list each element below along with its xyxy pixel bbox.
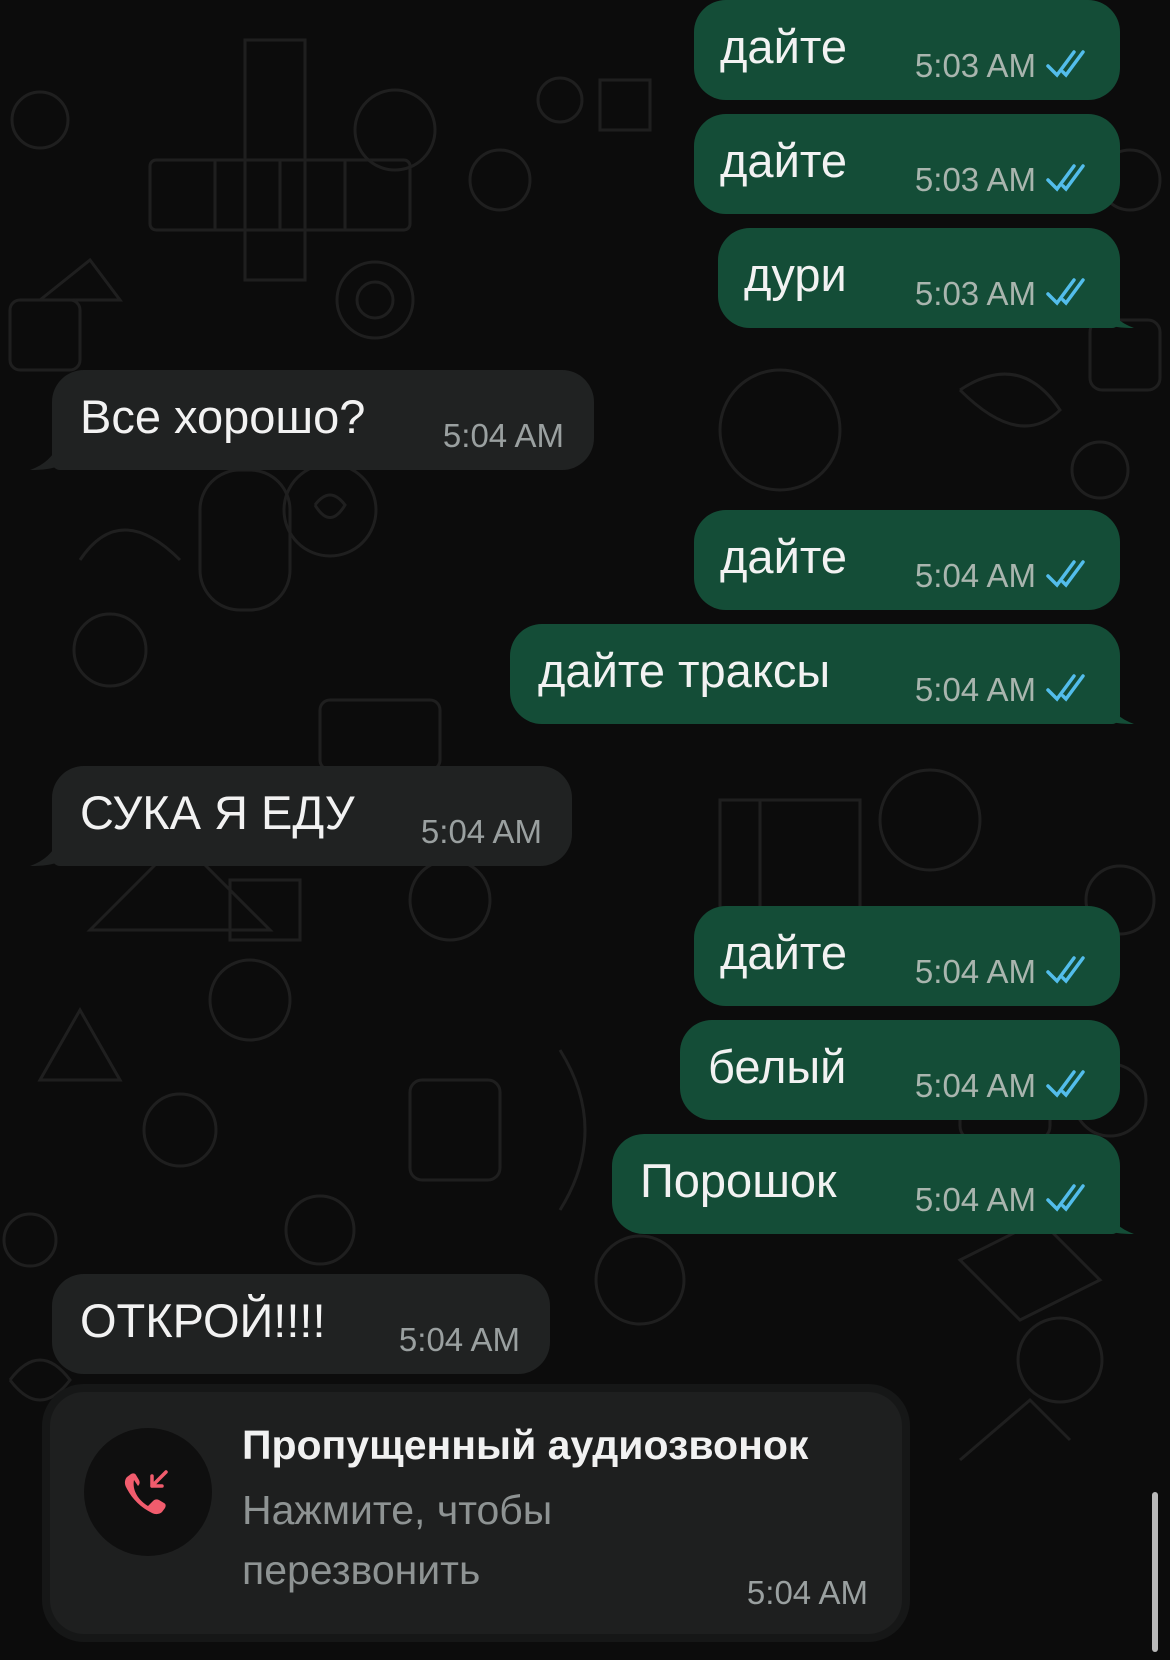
message-text: ОТКРОЙ!!!! <box>80 1294 326 1347</box>
incoming-message[interactable]: Все хорошо? 5:04 AM <box>52 370 594 470</box>
message-time: 5:04 AM <box>914 953 1036 990</box>
scrollbar[interactable] <box>1152 1492 1158 1652</box>
bubble-tail <box>1106 1208 1134 1234</box>
read-receipt-icon <box>1046 278 1085 306</box>
read-receipt-icon <box>1046 560 1085 588</box>
incoming-message[interactable]: ОТКРОЙ!!!! 5:04 AM <box>52 1274 550 1374</box>
message-text: дури <box>744 248 847 301</box>
missed-call-subtitle: Нажмите, чтобы перезвонить <box>242 1487 553 1593</box>
missed-call-icon-circle <box>84 1428 212 1556</box>
missed-call-time: 5:04 AM <box>746 1574 868 1611</box>
outgoing-message[interactable]: дайте 5:04 AM <box>694 510 1120 610</box>
message-text: дайте <box>720 530 847 583</box>
read-receipt-icon <box>1046 164 1085 192</box>
bubble-tail <box>1106 302 1134 328</box>
message-text: СУКА Я ЕДУ <box>80 786 355 839</box>
message-text: дайте <box>720 134 847 187</box>
message-text: белый <box>708 1040 847 1093</box>
outgoing-message[interactable]: дайте траксы 5:04 AM <box>510 624 1120 724</box>
bubble-tail <box>30 840 58 866</box>
read-receipt-icon <box>1046 1184 1085 1212</box>
message-text: дайте <box>720 926 847 979</box>
message-text: Порошок <box>640 1154 837 1207</box>
outgoing-message[interactable]: Порошок 5:04 AM <box>612 1134 1120 1234</box>
missed-call-icon <box>124 1470 168 1515</box>
message-time: 5:03 AM <box>914 275 1036 312</box>
read-receipt-icon <box>1046 50 1085 78</box>
outgoing-message[interactable]: дури 5:03 AM <box>718 228 1120 328</box>
outgoing-message[interactable]: дайте 5:03 AM <box>694 0 1120 100</box>
read-receipt-icon <box>1046 674 1085 702</box>
message-time: 5:04 AM <box>420 813 542 850</box>
missed-call-card[interactable]: Пропущенный аудиозвонок Нажмите, чтобы п… <box>50 1392 902 1634</box>
outgoing-message[interactable]: дайте 5:04 AM <box>694 906 1120 1006</box>
message-time: 5:04 AM <box>914 557 1036 594</box>
outgoing-message[interactable]: дайте 5:03 AM <box>694 114 1120 214</box>
bubble-tail <box>30 444 58 470</box>
message-time: 5:04 AM <box>914 1067 1036 1104</box>
bubble-tail <box>1106 698 1134 724</box>
message-time: 5:04 AM <box>442 417 564 454</box>
read-receipt-icon <box>1046 956 1085 984</box>
message-time: 5:04 AM <box>914 1181 1036 1218</box>
message-time: 5:03 AM <box>914 161 1036 198</box>
outgoing-message[interactable]: белый 5:04 AM <box>680 1020 1120 1120</box>
read-receipt-icon <box>1046 1070 1085 1098</box>
message-text: дайте траксы <box>538 644 831 697</box>
incoming-message[interactable]: СУКА Я ЕДУ 5:04 AM <box>52 766 572 866</box>
message-time: 5:04 AM <box>398 1321 520 1358</box>
message-text: Все хорошо? <box>80 390 366 443</box>
message-text: дайте <box>720 20 847 73</box>
message-time: 5:04 AM <box>914 671 1036 708</box>
missed-call-title: Пропущенный аудиозвонок <box>242 1422 809 1468</box>
message-time: 5:03 AM <box>914 47 1036 84</box>
